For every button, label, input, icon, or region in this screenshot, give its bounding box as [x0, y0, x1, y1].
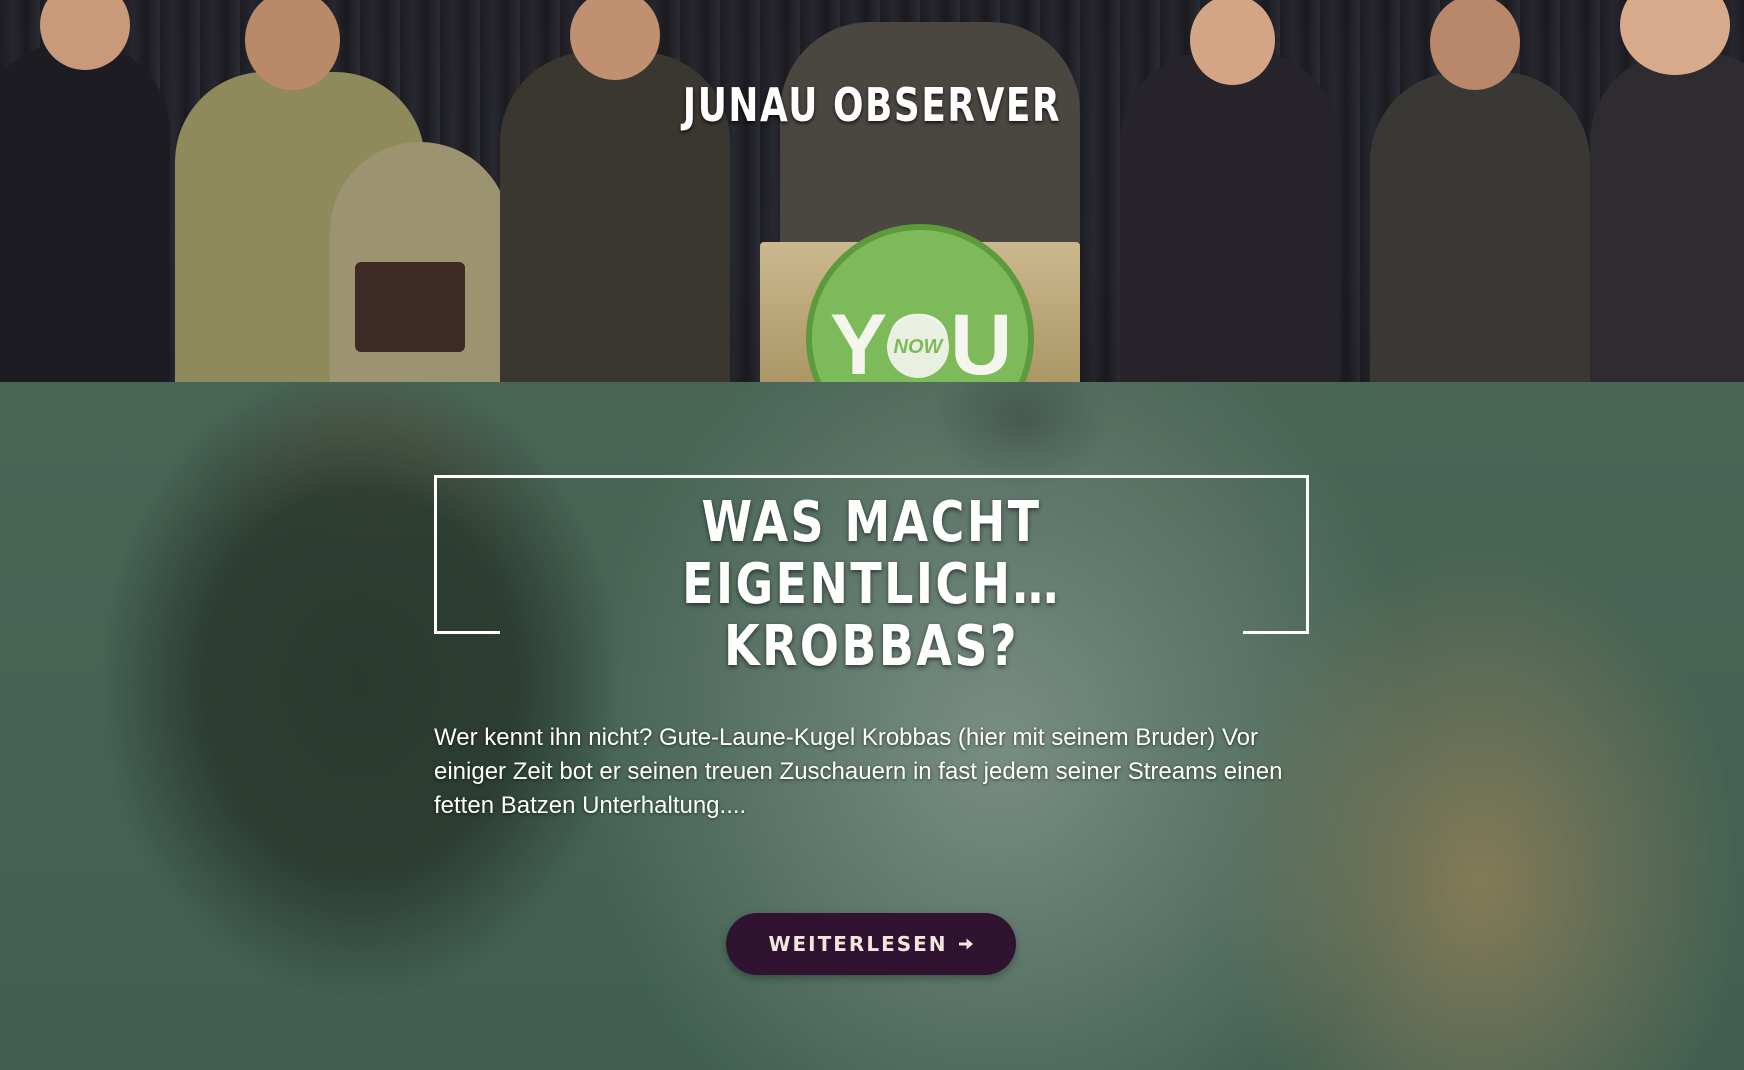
article-headline[interactable]: WAS MACHT EIGENTLICH… KROBBAS? — [513, 492, 1231, 678]
article-headline-line1: WAS MACHT EIGENTLICH… — [682, 490, 1061, 617]
tablet-photo — [355, 262, 465, 352]
read-more-label: WEITERLESEN — [768, 932, 948, 956]
arrow-right-icon — [958, 938, 973, 950]
read-more-button[interactable]: WEITERLESEN — [726, 913, 1016, 975]
article-excerpt: Wer kennt ihn nicht? Gute-Laune-Kugel Kr… — [434, 724, 1283, 819]
hero-banner: YOU NOW JUNAU OBSERVER — [0, 0, 1744, 382]
headline-frame-corner-right — [1243, 631, 1309, 634]
article-headline-line2: KROBBAS? — [724, 614, 1019, 679]
person-figure — [1590, 52, 1744, 382]
now-badge: NOW — [887, 316, 949, 378]
site-title[interactable]: JUNAU OBSERVER — [192, 78, 1552, 132]
person-figure — [0, 42, 170, 382]
headline-frame-corner-left — [434, 631, 500, 634]
